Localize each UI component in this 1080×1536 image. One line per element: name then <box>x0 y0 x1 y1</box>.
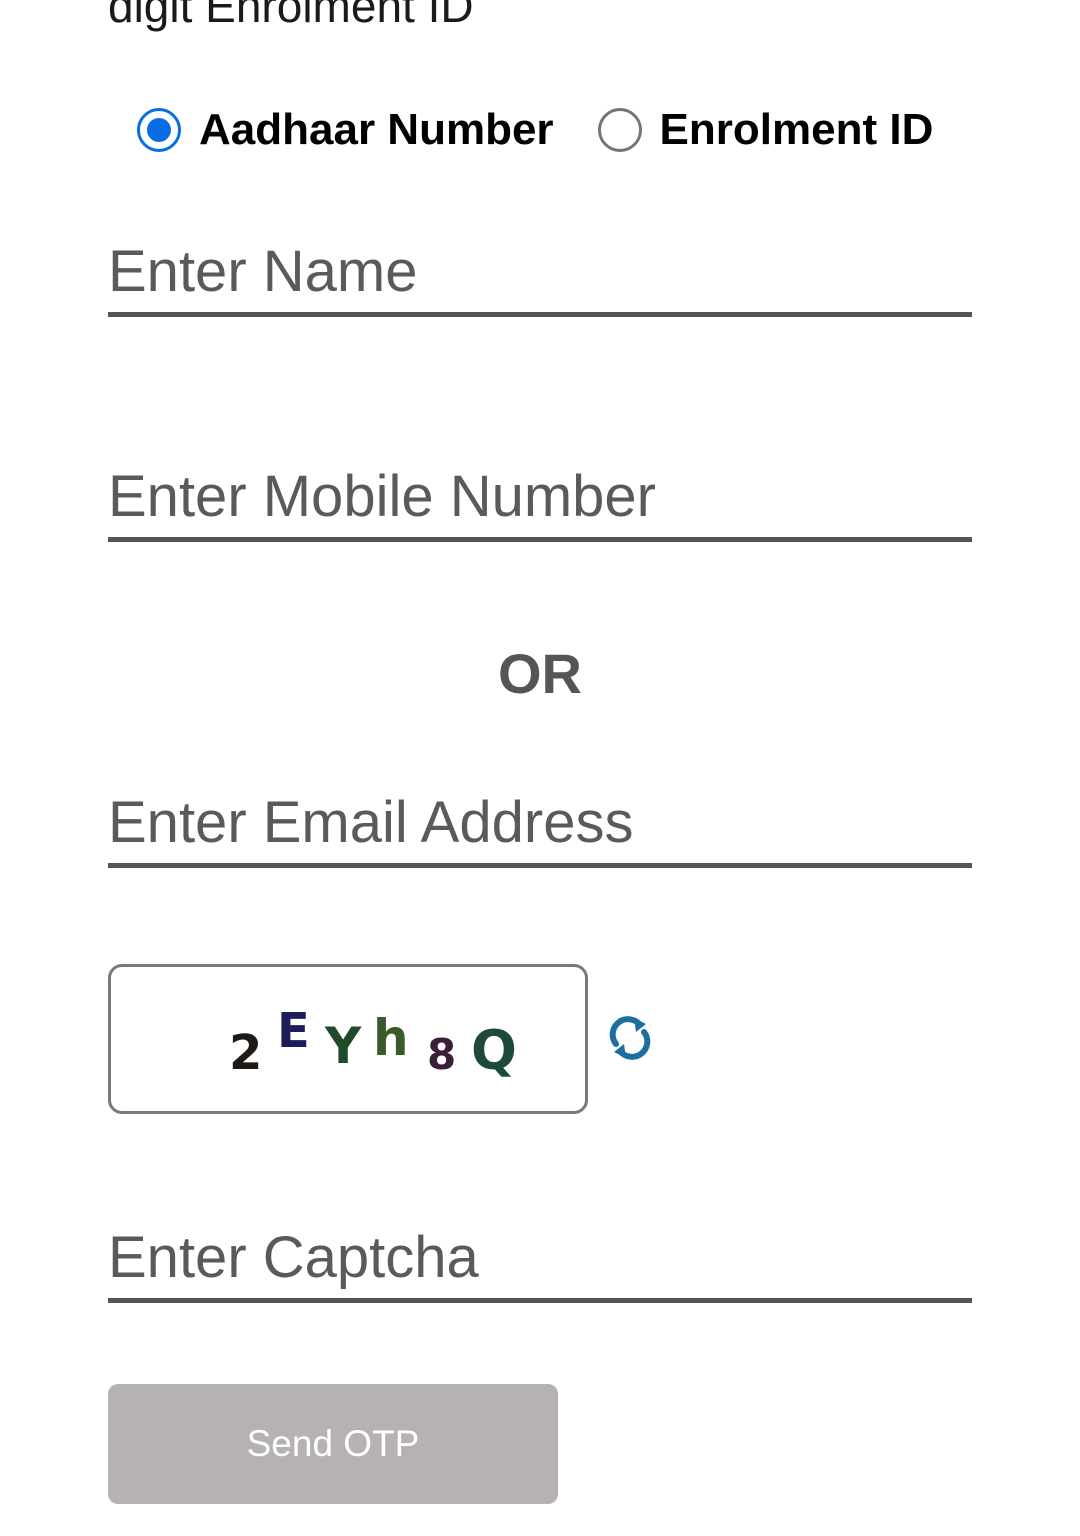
mobile-number-input[interactable] <box>108 457 972 537</box>
captcha-char: 8 <box>427 1030 456 1079</box>
radio-option-enrolment-id[interactable]: Enrolment ID <box>597 104 934 156</box>
or-separator: OR <box>498 642 582 705</box>
email-field <box>108 783 972 868</box>
captcha-char: E <box>277 1003 310 1059</box>
captcha-char: Q <box>471 1019 517 1082</box>
radio-selected-icon[interactable] <box>137 108 181 152</box>
refresh-icon[interactable] <box>604 1012 656 1064</box>
name-field <box>108 232 972 317</box>
mobile-field <box>108 457 972 542</box>
radio-option-aadhaar-number[interactable]: Aadhaar Number <box>137 104 554 156</box>
radio-label-aadhaar-number: Aadhaar Number <box>199 105 554 154</box>
captcha-field <box>108 1218 972 1303</box>
email-address-input[interactable] <box>108 783 972 863</box>
send-otp-button[interactable]: Send OTP <box>108 1384 558 1504</box>
radio-unselected-icon[interactable] <box>597 108 642 152</box>
id-type-radio-group: Aadhaar Number Enrolment ID <box>137 104 933 156</box>
captcha-image-graphic: 2 E Y h 8 Q <box>229 1003 517 1082</box>
id-type-label: digit Enrolment ID <box>108 0 474 32</box>
captcha-char: 2 <box>229 1025 262 1081</box>
captcha-input[interactable] <box>108 1218 972 1298</box>
name-input[interactable] <box>108 232 972 312</box>
captcha-image: 2 E Y h 8 Q <box>108 964 588 1114</box>
radio-label-enrolment-id: Enrolment ID <box>659 105 934 154</box>
captcha-char: h <box>373 1009 409 1067</box>
captcha-char: Y <box>324 1017 362 1075</box>
